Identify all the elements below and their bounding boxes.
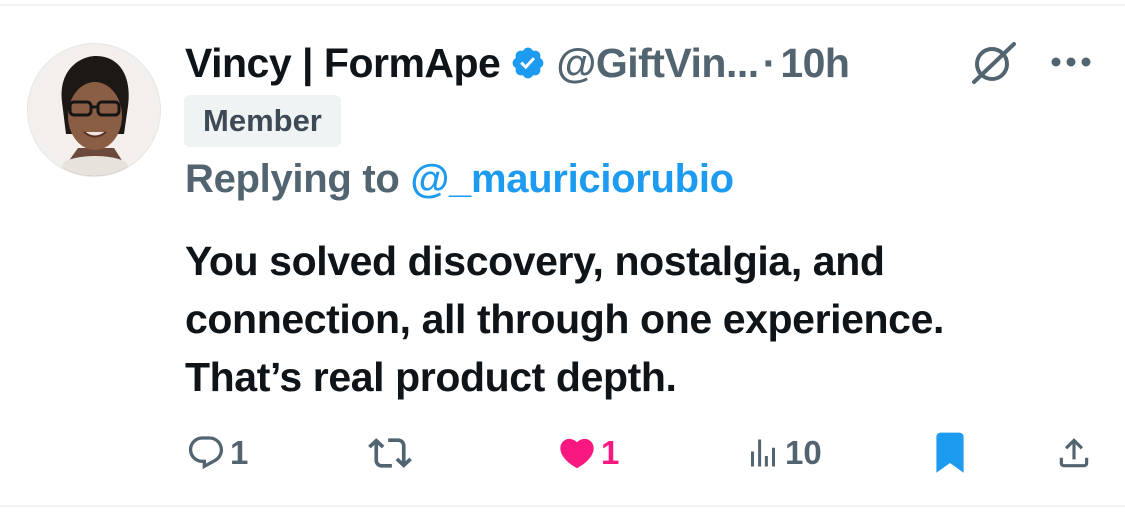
retweet-button[interactable]	[368, 428, 412, 478]
tweet-line: You solved discovery, nostalgia, and	[185, 238, 885, 284]
more-icon[interactable]	[1050, 55, 1092, 69]
replying-to: Replying to @_mauriciorubio	[185, 157, 734, 202]
author-name[interactable]: Vincy | FormApe	[185, 40, 501, 87]
reply-count: 1	[230, 434, 249, 471]
tweet-line: That’s real product depth.	[185, 354, 677, 400]
top-divider	[0, 4, 1125, 6]
tweet-text: You solved discovery, nostalgia, and con…	[185, 232, 1085, 406]
share-button[interactable]	[1055, 428, 1093, 478]
bookmark-button[interactable]	[933, 428, 967, 478]
like-count: 1	[601, 434, 620, 471]
grok-icon[interactable]	[968, 40, 1018, 86]
member-badge[interactable]: Member	[184, 95, 341, 147]
reply-icon	[188, 436, 224, 470]
avatar-image	[28, 44, 160, 176]
tweet-header: Vincy | FormApe @GiftVin... · 10h	[185, 38, 850, 88]
tweet-line: connection, all through one experience.	[185, 296, 944, 342]
author-handle[interactable]: @GiftVin...	[556, 40, 759, 87]
timestamp[interactable]: 10h	[780, 40, 850, 87]
verified-icon[interactable]	[510, 45, 546, 81]
reply-button[interactable]: 1	[186, 428, 248, 478]
reply-mention-link[interactable]: @_mauriciorubio	[410, 157, 734, 201]
bottom-divider	[0, 505, 1125, 507]
like-button[interactable]: 1	[557, 428, 619, 478]
action-bar: 1 1 10	[0, 428, 1125, 478]
replying-prefix: Replying to	[185, 157, 400, 201]
views-count: 10	[785, 434, 822, 471]
retweet-icon	[368, 438, 412, 468]
heart-icon	[560, 438, 594, 469]
views-button[interactable]: 10	[745, 428, 822, 478]
header-separator: ·	[762, 39, 777, 86]
share-icon	[1059, 438, 1089, 468]
bookmark-icon	[936, 432, 964, 473]
views-icon	[751, 439, 775, 467]
avatar[interactable]	[27, 43, 161, 177]
